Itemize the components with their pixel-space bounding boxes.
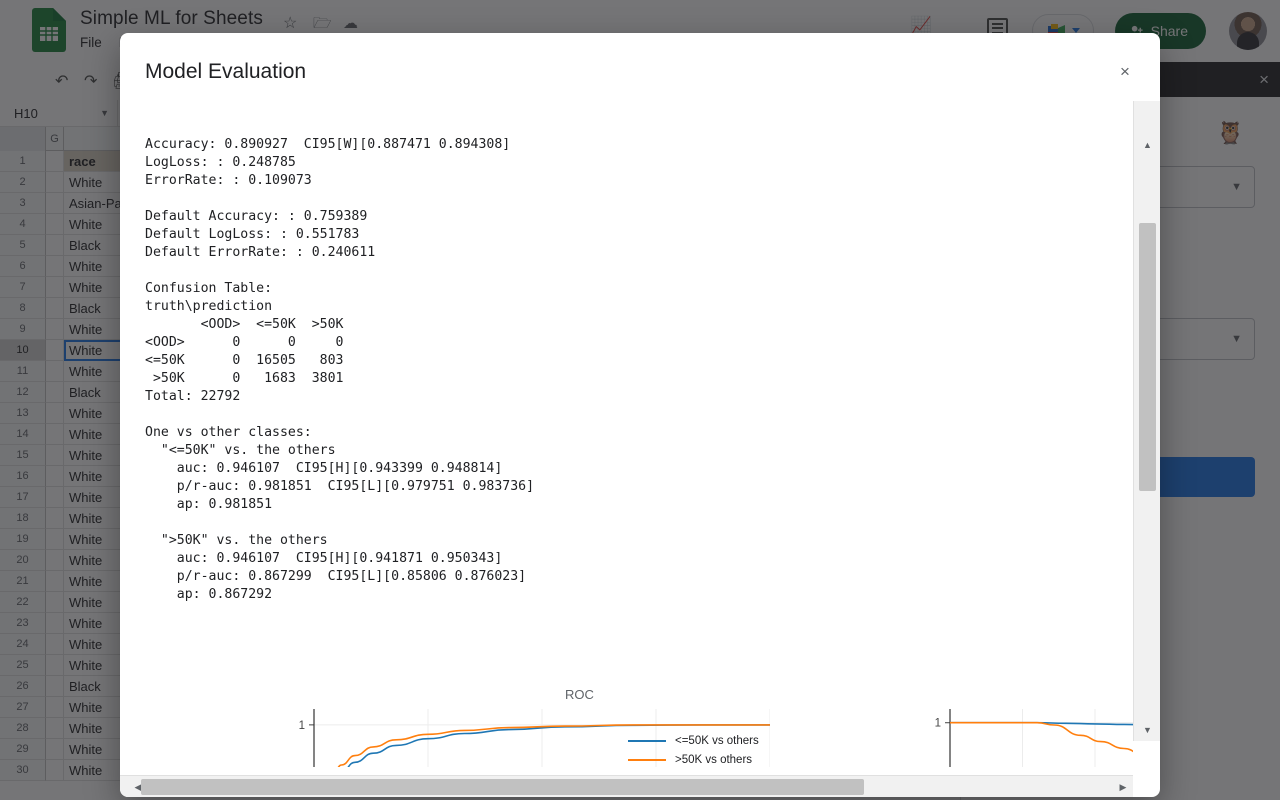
dialog-horizontal-scrollbar[interactable]: ◀ ▶ [120, 775, 1133, 797]
model-evaluation-dialog: Model Evaluation × Accuracy: 0.890927 CI… [120, 33, 1160, 797]
horizontal-scrollbar-thumb[interactable] [141, 779, 864, 795]
legend-item-0[interactable]: <=50K vs others [628, 731, 759, 750]
dialog-body: Accuracy: 0.890927 CI95[W][0.887471 0.89… [120, 101, 1133, 767]
legend-label-1: >50K vs others [675, 754, 752, 766]
legend-swatch-blue [628, 740, 666, 742]
charts-area: ROC 10.8all) <=50K vs others >50K vs oth… [120, 673, 1133, 767]
dialog-title: Model Evaluation [145, 60, 306, 84]
evaluation-report-text: Accuracy: 0.890927 CI95[W][0.887471 0.89… [145, 136, 534, 604]
scroll-up-arrow-icon[interactable]: ▲ [1134, 136, 1160, 154]
precision-recall-chart: 10.90.8 [910, 703, 1133, 767]
vertical-scrollbar-thumb[interactable] [1139, 223, 1156, 491]
legend-item-1[interactable]: >50K vs others [628, 750, 759, 767]
dialog-vertical-scrollbar[interactable]: ▲ ▼ [1133, 101, 1160, 741]
scroll-right-arrow-icon[interactable]: ▶ [1113, 776, 1133, 797]
legend-label-0: <=50K vs others [675, 735, 759, 747]
svg-text:1: 1 [935, 718, 941, 730]
legend-swatch-orange [628, 759, 666, 761]
chart-legend: <=50K vs others >50K vs others [628, 731, 759, 767]
roc-chart-title: ROC [565, 687, 594, 702]
scroll-down-arrow-icon[interactable]: ▼ [1134, 721, 1160, 739]
svg-text:1: 1 [299, 720, 305, 732]
dialog-close-icon[interactable]: × [1114, 61, 1136, 83]
